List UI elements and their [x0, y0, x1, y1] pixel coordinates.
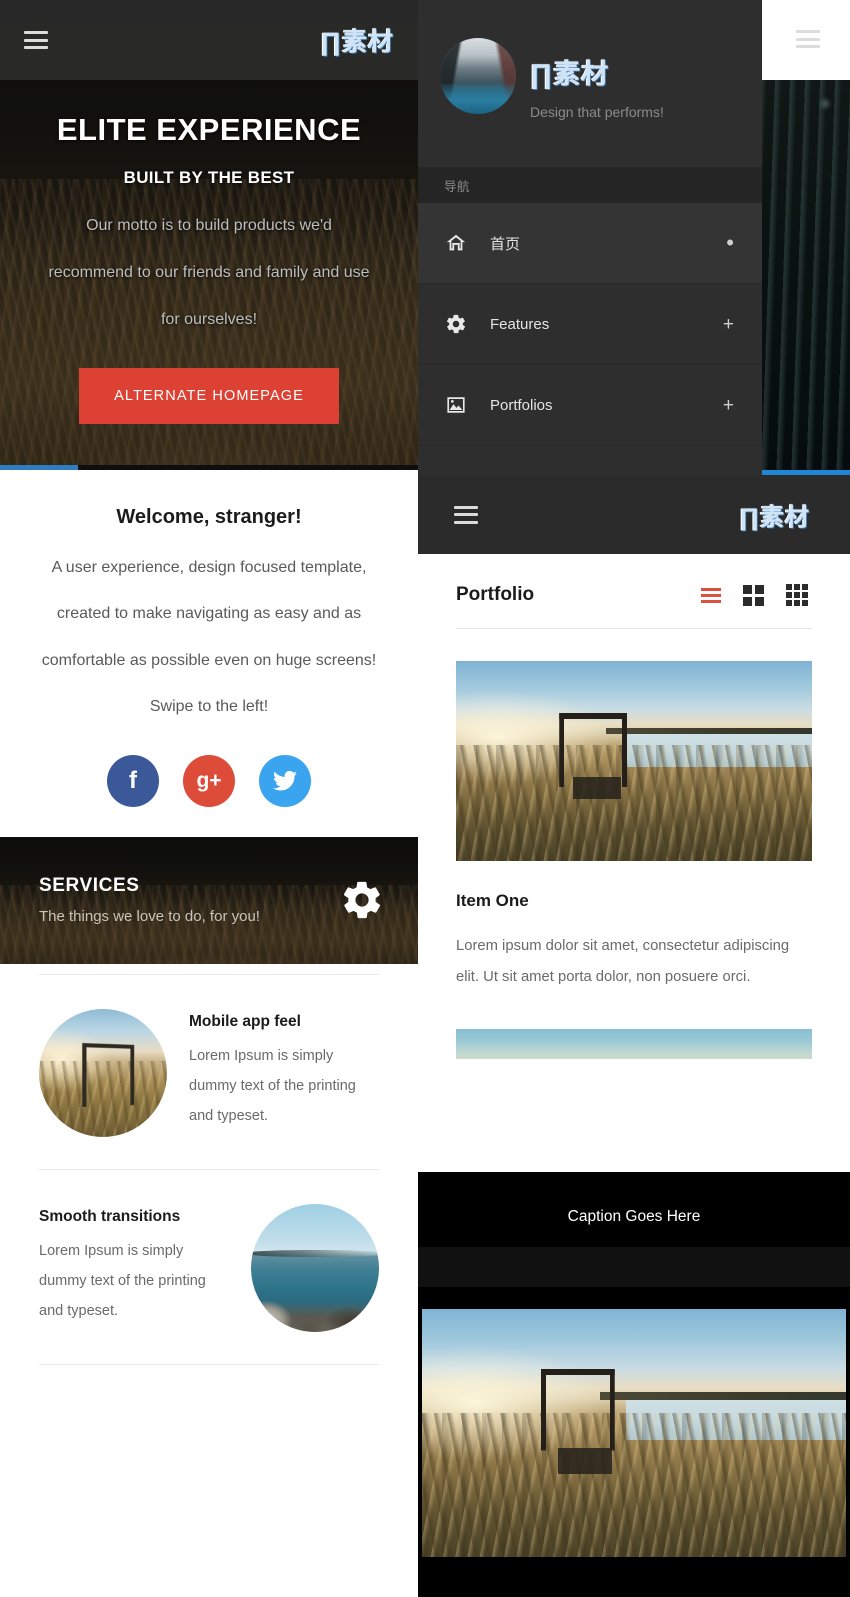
services-title: SERVICES	[39, 875, 140, 897]
feature-text: Lorem Ipsum is simply dummy text of the …	[39, 1243, 206, 1319]
hero-progress-track[interactable]	[0, 465, 418, 470]
welcome-paragraph: A user experience, design focused templa…	[41, 559, 377, 716]
right-topbar: ∏素材	[418, 475, 850, 554]
hero-subtitle: BUILT BY THE BEST	[123, 168, 295, 187]
page-title: Portfolio	[456, 584, 535, 605]
portfolio-section: Portfolio Item One Lorem ipsum dolor sit…	[418, 554, 850, 1060]
feature-body: Smooth transitions Lorem Ipsum is simply…	[39, 1208, 229, 1326]
background-alley-photo	[760, 80, 850, 475]
services-text: SERVICES The things we love to do, for y…	[39, 875, 260, 925]
avatar[interactable]	[440, 38, 516, 114]
grid-2-view-icon[interactable]	[743, 584, 764, 606]
brand-tagline: Design that performs!	[530, 104, 664, 120]
photo-swing-seat	[557, 1447, 612, 1474]
services-subtitle: The things we love to do, for you!	[39, 908, 260, 926]
portfolio-item-image[interactable]	[456, 661, 812, 861]
sidebar-item-home[interactable]: 首页 •	[418, 203, 762, 284]
grid-3-view-icon[interactable]	[786, 584, 808, 606]
navigation-drawer: ∏素材 Design that performs! 导航 首页 • Featur…	[418, 0, 820, 475]
social-links: f g+	[20, 754, 398, 807]
gear-icon	[444, 312, 468, 336]
list-view-icon[interactable]	[701, 587, 721, 603]
right-mobile-preview: ∏素材 Design that performs! 导航 首页 • Featur…	[418, 0, 850, 1597]
feature-title: Mobile app feel	[189, 1013, 301, 1031]
feature-image-swing	[39, 1008, 167, 1137]
welcome-title: Welcome, stranger!	[116, 506, 302, 528]
photo-swing-seat	[573, 777, 622, 799]
portfolio-item-text: Lorem ipsum dolor sit amet, consectetur …	[456, 938, 790, 986]
left-mobile-preview: ∏素材 ELITE EXPERIENCE BUILT BY THE BEST O…	[0, 0, 418, 1597]
feature-body: Mobile app feel Lorem Ipsum is simply du…	[189, 1013, 379, 1131]
active-marker: •	[726, 230, 734, 255]
photo-grass	[456, 745, 812, 861]
photo-grass	[422, 1413, 846, 1557]
feature-row-smooth-transitions: Smooth transitions Lorem Ipsum is simply…	[39, 1168, 379, 1365]
portfolio-header: Portfolio	[418, 554, 850, 606]
image-icon	[444, 393, 468, 417]
hero-paragraph: Our motto is to build products we'd reco…	[48, 217, 370, 329]
divider	[456, 628, 812, 629]
brand-logo[interactable]: ∏素材	[530, 52, 664, 91]
sidebar-item-features[interactable]: Features +	[418, 284, 762, 365]
services-content: SERVICES The things we love to do, for y…	[0, 837, 418, 964]
brand-logo[interactable]: ∏素材	[739, 497, 810, 532]
twitter-icon[interactable]	[259, 754, 311, 807]
portfolio-item-title: Item One	[456, 891, 529, 910]
welcome-section: Welcome, stranger! A user experience, de…	[0, 470, 418, 837]
google-plus-icon[interactable]: g+	[183, 754, 235, 807]
screenshot-stage: ∏素材 ELITE EXPERIENCE BUILT BY THE BEST O…	[0, 0, 850, 1597]
drawer-header: ∏素材 Design that performs!	[418, 0, 820, 167]
home-icon	[444, 231, 468, 255]
nav-section-label: 导航	[418, 167, 762, 203]
drawer-brand: ∏素材 Design that performs!	[530, 34, 664, 120]
hamburger-icon[interactable]	[454, 505, 478, 524]
sidebar-item-portfolios[interactable]: Portfolios +	[418, 365, 762, 446]
photo-shoreline	[605, 728, 812, 734]
portfolio-next-image-preview[interactable]	[456, 1029, 812, 1060]
hero-progress-fill	[0, 465, 78, 470]
alternate-homepage-button[interactable]: ALTERNATE HOMEPAGE	[79, 367, 339, 424]
feature-image-seashore	[251, 1203, 379, 1332]
photo-shoreline	[600, 1392, 846, 1400]
caption-band: Caption Goes Here	[418, 1172, 850, 1287]
bottom-photo-inner	[422, 1309, 846, 1557]
expand-marker: +	[722, 313, 734, 335]
sidebar-item-label: Portfolios	[490, 396, 553, 414]
hero-section: ∏素材 ELITE EXPERIENCE BUILT BY THE BEST O…	[0, 0, 418, 470]
feature-text: Lorem Ipsum is simply dummy text of the …	[189, 1048, 356, 1124]
swing-lake-photo	[422, 1309, 846, 1557]
brand-logo[interactable]: ∏素材	[320, 22, 394, 58]
sidebar-item-label: 首页	[490, 235, 521, 253]
sidebar-item-label: Features	[490, 315, 550, 333]
caption-band-footer	[418, 1247, 850, 1287]
bottom-portfolio-image[interactable]	[418, 1287, 850, 1597]
hamburger-icon[interactable]	[796, 30, 820, 48]
twitter-bird-glyph	[273, 770, 297, 791]
feature-row-mobile-app-feel: Mobile app feel Lorem Ipsum is simply du…	[39, 973, 379, 1169]
facebook-icon[interactable]: f	[107, 754, 159, 807]
gear-icon	[343, 881, 381, 919]
hamburger-icon[interactable]	[24, 31, 48, 49]
view-toggle-group	[701, 584, 808, 606]
swing-lake-photo	[456, 661, 812, 861]
caption-text: Caption Goes Here	[567, 1208, 701, 1225]
services-banner: SERVICES The things we love to do, for y…	[0, 836, 418, 964]
hero-title: ELITE EXPERIENCE	[56, 112, 362, 147]
feature-title: Smooth transitions	[39, 1208, 181, 1226]
expand-marker: +	[722, 394, 734, 416]
left-topbar: ∏素材	[0, 0, 418, 80]
